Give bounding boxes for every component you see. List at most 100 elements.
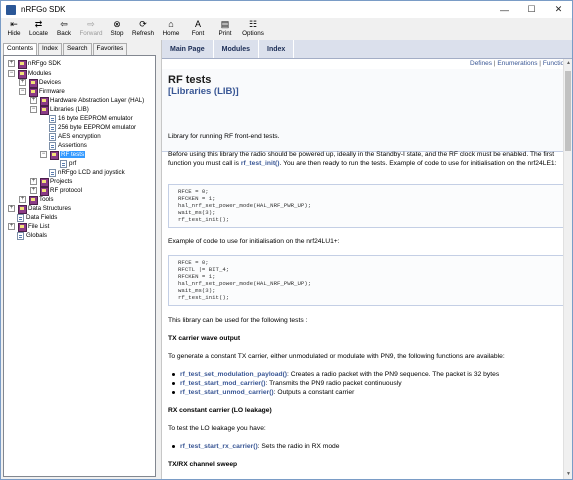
print-label: Print bbox=[218, 30, 232, 37]
refresh-label: Refresh bbox=[131, 30, 155, 37]
tree-item-firmware[interactable]: − Firmware bbox=[19, 87, 65, 97]
options-button[interactable]: ☷ Options bbox=[238, 18, 268, 40]
vertical-scrollbar[interactable]: ▲ ▼ bbox=[563, 59, 572, 479]
refresh-icon: ⟳ bbox=[139, 19, 147, 29]
expand-icon[interactable]: + bbox=[19, 196, 26, 203]
nav-tabs: Contents Index Search Favorites bbox=[3, 43, 128, 55]
scroll-up-icon[interactable]: ▲ bbox=[564, 59, 572, 68]
tree-item-modules[interactable]: − Modules bbox=[8, 69, 51, 79]
book-open-icon bbox=[17, 69, 27, 79]
close-button[interactable]: ✕ bbox=[545, 1, 572, 18]
code-block-le1: RFCE = 0; RFCKEN = 1; hal_nrf_set_power_… bbox=[168, 184, 565, 228]
tree-label: Assertions bbox=[58, 142, 87, 149]
book-icon bbox=[17, 204, 27, 214]
tree-item-prf[interactable]: prf bbox=[60, 159, 76, 168]
fn-link[interactable]: rf_test_start_mod_carrier() bbox=[180, 380, 266, 387]
tree-item-data-fields[interactable]: Data Fields bbox=[17, 213, 57, 222]
fn-link[interactable]: rf_test_start_rx_carrier() bbox=[180, 443, 258, 450]
expand-icon[interactable]: + bbox=[30, 97, 37, 104]
tree-item-eeprom256[interactable]: 256 byte EEPROM emulator bbox=[49, 123, 136, 132]
tree-item-tools[interactable]: + Tools bbox=[19, 195, 54, 205]
before-text-2: . You are then ready to run the tests. E… bbox=[279, 160, 557, 167]
tree-label: 16 byte EEPROM emulator bbox=[58, 115, 133, 122]
tree-item-data-structures[interactable]: + Data Structures bbox=[8, 204, 71, 214]
expand-icon[interactable]: + bbox=[19, 79, 26, 86]
fn-link[interactable]: rf_test_start_unmod_carrier() bbox=[180, 389, 274, 396]
list-item: rf_test_start_unmod_carrier(): Outputs a… bbox=[172, 388, 565, 397]
link-enumerations[interactable]: Enumerations bbox=[497, 60, 537, 67]
tree-label: Globals bbox=[26, 232, 47, 239]
tab-contents[interactable]: Contents bbox=[3, 43, 38, 55]
tree-item-devices[interactable]: + Devices bbox=[19, 78, 61, 88]
tab-favorites[interactable]: Favorites bbox=[92, 43, 128, 55]
contents-tree: + nRFgo SDK − Modules + Devices − Firmware +… bbox=[3, 55, 156, 477]
list-item: rf_test_set_modulation_payload(): Create… bbox=[172, 370, 565, 379]
book-open-icon bbox=[49, 150, 59, 160]
nav-index[interactable]: Index bbox=[259, 40, 295, 58]
nav-main-page[interactable]: Main Page bbox=[162, 40, 214, 58]
app-window: nRFGo SDK — ☐ ✕ ⇤ Hide ⇄ Locate ⇦ Back ⇨ For… bbox=[0, 0, 573, 480]
collapse-icon[interactable]: − bbox=[8, 70, 15, 77]
expand-icon[interactable]: + bbox=[30, 187, 37, 194]
tab-search[interactable]: Search bbox=[62, 43, 92, 55]
page-title: RF tests bbox=[168, 74, 212, 86]
locate-button[interactable]: ⇄ Locate bbox=[25, 18, 52, 40]
tree-item-nrfgo-sdk[interactable]: + nRFgo SDK bbox=[8, 59, 61, 69]
tree-item-libraries[interactable]: − Libraries (LIB) bbox=[30, 105, 89, 115]
tree-item-aes[interactable]: AES encryption bbox=[49, 132, 101, 141]
refresh-button[interactable]: ⟳ Refresh bbox=[128, 18, 158, 40]
tab-index[interactable]: Index bbox=[38, 43, 62, 55]
tree-label: AES encryption bbox=[58, 133, 101, 140]
tree-item-projects[interactable]: + Projects bbox=[30, 177, 72, 187]
locate-icon: ⇄ bbox=[34, 19, 43, 29]
font-button[interactable]: A Font bbox=[184, 18, 212, 40]
stop-button[interactable]: ⊗ Stop bbox=[106, 18, 128, 40]
print-button[interactable]: ▤ Print bbox=[212, 18, 238, 40]
tree-label: Hardware Abstraction Layer (HAL) bbox=[50, 97, 145, 104]
tree-item-file-list[interactable]: + File List bbox=[8, 222, 49, 232]
options-icon: ☷ bbox=[248, 19, 258, 29]
hide-button[interactable]: ⇤ Hide bbox=[3, 18, 25, 40]
tree-item-lcd[interactable]: nRFgo LCD and joystick bbox=[49, 168, 125, 177]
scroll-down-icon[interactable]: ▼ bbox=[564, 470, 572, 479]
book-icon bbox=[39, 186, 49, 196]
tree-item-hal[interactable]: + Hardware Abstraction Layer (HAL) bbox=[30, 96, 145, 106]
summary-links: Defines | Enumerations | Functions bbox=[470, 60, 571, 67]
fn-link[interactable]: rf_test_set_modulation_payload() bbox=[180, 371, 287, 378]
book-icon bbox=[17, 222, 27, 232]
tree-item-rf-protocol[interactable]: + RF protocol bbox=[30, 186, 82, 196]
book-icon bbox=[28, 195, 38, 205]
forward-button[interactable]: ⇨ Forward bbox=[76, 18, 106, 40]
tree-item-assertions[interactable]: Assertions bbox=[49, 141, 87, 150]
nav-modules[interactable]: Modules bbox=[214, 40, 260, 58]
collapse-icon[interactable]: − bbox=[40, 151, 47, 158]
collapse-icon[interactable]: − bbox=[30, 106, 37, 113]
code-line: hal_nrf_set_power_mode(HAL_NRF_PWR_UP); bbox=[178, 280, 312, 287]
link-defines[interactable]: Defines bbox=[470, 60, 492, 67]
tree-label: Tools bbox=[39, 196, 54, 203]
expand-icon[interactable]: + bbox=[30, 178, 37, 185]
expand-icon[interactable]: + bbox=[8, 205, 15, 212]
code-line: hal_nrf_set_power_mode(HAL_NRF_PWR_UP); bbox=[178, 202, 312, 209]
maximize-button[interactable]: ☐ bbox=[518, 1, 545, 18]
fn-link-rf-test-init[interactable]: rf_test_init() bbox=[241, 160, 280, 167]
back-arrow-icon: ⇦ bbox=[60, 19, 68, 29]
code-line: RFCKEN = 1; bbox=[178, 195, 216, 202]
page-subtitle[interactable]: [Libraries (LIB)] bbox=[168, 86, 239, 97]
tree-label: nRFgo LCD and joystick bbox=[58, 169, 125, 176]
scroll-thumb[interactable] bbox=[565, 71, 571, 151]
app-icon bbox=[6, 4, 16, 15]
tree-item-rf-tests[interactable]: − RF tests bbox=[40, 150, 86, 160]
expand-icon[interactable]: + bbox=[8, 223, 15, 230]
tree-label: Data Structures bbox=[28, 205, 71, 212]
minimize-button[interactable]: — bbox=[491, 1, 518, 18]
home-button[interactable]: ⌂ Home bbox=[158, 18, 184, 40]
back-button[interactable]: ⇦ Back bbox=[52, 18, 76, 40]
options-label: Options bbox=[242, 30, 264, 37]
expand-icon[interactable]: + bbox=[8, 60, 15, 67]
tree-item-eeprom16[interactable]: 16 byte EEPROM emulator bbox=[49, 114, 133, 123]
home-label: Home bbox=[162, 30, 180, 37]
tree-item-globals[interactable]: Globals bbox=[17, 231, 47, 240]
collapse-icon[interactable]: − bbox=[19, 88, 26, 95]
tree-label-selected: RF tests bbox=[60, 151, 86, 158]
